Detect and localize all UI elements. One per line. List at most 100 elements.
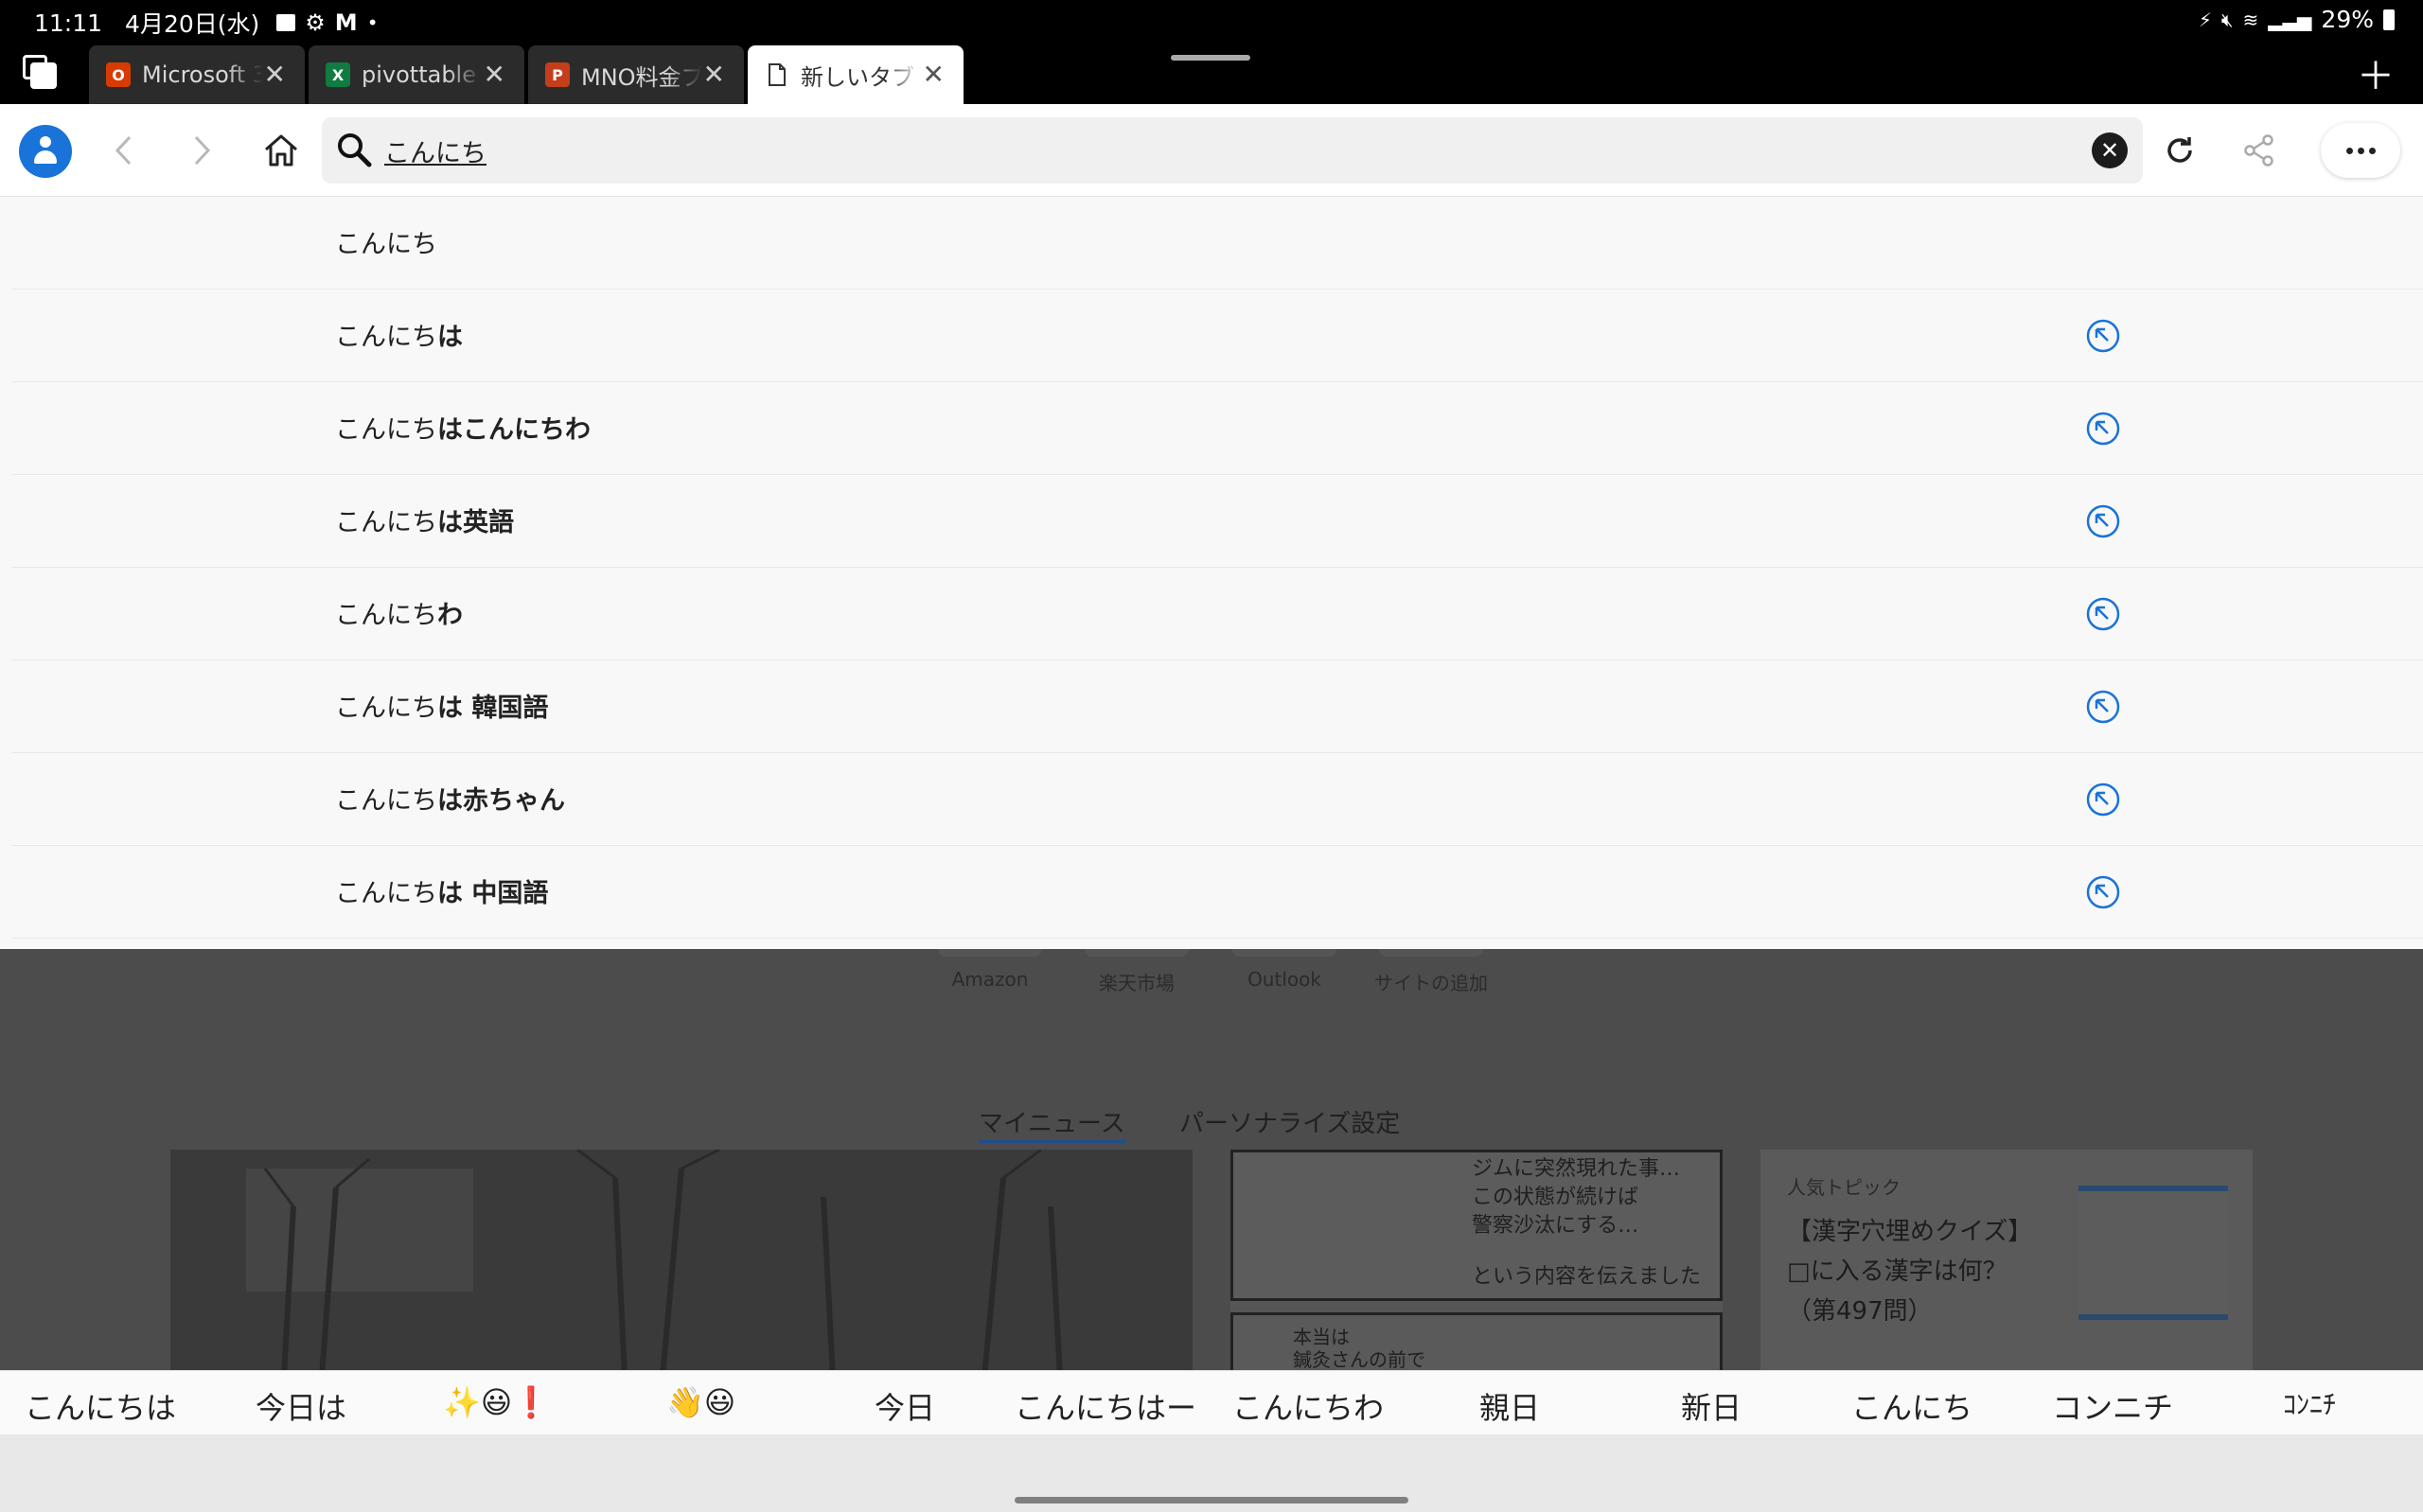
signal-icon: ▂▃▅ (2268, 8, 2312, 31)
tab-microsoft[interactable]: O Microsoft 365 ✕ (89, 45, 305, 104)
fill-query-arrow-icon[interactable] (2084, 410, 2122, 448)
tab-title: 新しいタブ (801, 63, 914, 91)
drag-handle[interactable] (1171, 55, 1250, 61)
close-tab-icon[interactable]: ✕ (923, 59, 945, 90)
fill-query-arrow-icon[interactable] (2084, 781, 2122, 818)
quicklink-outlook[interactable]: Outlook (1213, 968, 1355, 991)
tab-strip: O Microsoft 365 ✕ X pivottable ✕ P MNO料金… (0, 42, 2423, 104)
share-button[interactable] (2236, 127, 2283, 174)
suggestion-item[interactable]: こんにちは赤ちゃん (11, 753, 2423, 846)
suggestion-text: こんにちは (335, 323, 463, 352)
candidate-item[interactable]: こんにちは (25, 1384, 176, 1428)
candidate-item[interactable]: こんにち (1851, 1384, 1972, 1428)
chevron-left-icon (115, 135, 132, 166)
back-button[interactable] (100, 127, 148, 174)
comic-caption: ジムに突然現れた事… この状態が続けば 警察沙汰にする… (1472, 1157, 1681, 1238)
tab-title: pivottable (362, 62, 476, 88)
suggestion-item[interactable]: こんにちは 中国語 (11, 846, 2423, 939)
close-tab-icon[interactable]: ✕ (264, 59, 286, 90)
news-card-photo[interactable] (170, 1150, 1193, 1370)
candidate-item[interactable]: 新日 (1681, 1384, 1742, 1428)
system-nav-area (0, 1434, 2423, 1512)
close-tab-icon[interactable]: ✕ (703, 59, 725, 90)
candidate-item[interactable]: ✨😃❗ (443, 1384, 550, 1420)
wifi-icon: ≋ (2242, 8, 2259, 31)
fill-query-arrow-icon[interactable] (2084, 873, 2122, 911)
address-input[interactable] (384, 129, 1993, 172)
home-indicator[interactable] (1015, 1497, 1408, 1503)
status-time: 11:11 (34, 9, 103, 37)
comic-caption-2: という内容を伝えました (1472, 1265, 1702, 1289)
refresh-button[interactable] (2156, 127, 2203, 174)
quicklink-rakuten[interactable]: 楽天市場 (1066, 968, 1208, 995)
suggestion-text: こんにちは英語 (335, 508, 514, 537)
battery-icon (2383, 9, 2395, 30)
news-card-topic[interactable]: 人気トピック 【漢字穴埋めクイズ】 □に入る漢字は何？ （第497問） (1760, 1150, 2253, 1370)
fill-query-arrow-icon[interactable] (2084, 502, 2122, 540)
gallery-notification-icon (276, 14, 296, 31)
nfc-icon: ⚡ (2198, 8, 2212, 31)
suggestion-text: こんにち (335, 230, 437, 259)
powerpoint-icon: P (545, 62, 570, 87)
quicklink-amazon[interactable]: Amazon (919, 968, 1061, 991)
candidate-item[interactable]: 親日 (1479, 1384, 1540, 1428)
news-card-comic[interactable]: ジムに突然現れた事… この状態が続けば 警察沙汰にする… という内容を伝えました… (1230, 1150, 1723, 1370)
refresh-icon (2167, 137, 2192, 163)
more-menu-button[interactable] (2321, 123, 2400, 178)
home-button[interactable] (257, 127, 305, 174)
keyboard-candidate-bar: こんにちは 今日は ✨😃❗ 👋😃 今日 こんにちはー こんにちわ 親日 新日 こ… (0, 1370, 2423, 1434)
tabs-overview-button[interactable] (23, 55, 57, 89)
suggestion-item[interactable]: こんにちは英語 (11, 475, 2423, 568)
status-date: 4月20日(水) (125, 10, 260, 38)
fill-query-arrow-icon[interactable] (2084, 595, 2122, 633)
tab-mno[interactable]: P MNO料金プラン ✕ (528, 45, 744, 104)
candidate-item[interactable]: コンニチ (2052, 1384, 2173, 1428)
tab-personalize[interactable]: パーソナライズ設定 (1179, 1104, 1400, 1139)
tab-new-tab[interactable]: 新しいタブ ✕ (748, 45, 964, 104)
suggestion-text: こんにちわ (335, 601, 463, 630)
fill-query-arrow-icon[interactable] (2084, 317, 2122, 355)
comic-caption-3: 本当は 鍼灸さんの前で (1293, 1326, 1425, 1370)
quiz-thumbnail-image (2078, 1186, 2228, 1320)
candidate-item[interactable]: ｺﾝﾆﾁ (2283, 1384, 2336, 1422)
new-tab-page-dimmed: Amazon 楽天市場 Outlook サイトの追加 マイニュース パーソナライ… (0, 949, 2423, 1370)
topic-label: 人気トピック (1787, 1176, 1901, 1199)
candidate-item[interactable]: 今日は (256, 1384, 346, 1428)
browser-toolbar: ✕ (0, 104, 2423, 197)
news-photo-image (170, 1150, 1193, 1370)
suggestion-text: こんにちは赤ちゃん (335, 786, 565, 816)
new-tab-button[interactable]: ＋ (2357, 45, 2395, 100)
tab-my-news[interactable]: マイニュース (979, 1104, 1125, 1139)
candidate-item[interactable]: こんにちわ (1232, 1384, 1384, 1428)
mute-icon: 🔇︎ (2220, 8, 2234, 31)
profile-avatar[interactable] (19, 125, 72, 178)
candidate-item[interactable]: こんにちはー (1015, 1384, 1196, 1428)
quicklink-add-site[interactable]: サイトの追加 (1360, 968, 1502, 995)
search-suggestions: こんにち こんにちは こんにちはこんにちわ こんにちは英語 こんにちわ こんにち… (0, 197, 2423, 949)
clear-input-button[interactable]: ✕ (2092, 132, 2128, 168)
suggestion-text: こんにちはこんにちわ (335, 415, 591, 445)
topic-headline: 【漢字穴埋めクイズ】 □に入る漢字は何？ （第497問） (1787, 1218, 2033, 1326)
suggestion-item[interactable]: こんにちは 韓国語 (11, 660, 2423, 753)
candidate-item[interactable]: 👋😃 (666, 1384, 735, 1420)
suggestion-item[interactable]: こんにち (11, 197, 2423, 290)
forward-button[interactable] (178, 127, 225, 174)
suggestion-item[interactable]: こんにちわ (11, 568, 2423, 660)
tab-pivottable[interactable]: X pivottable ✕ (309, 45, 524, 104)
candidate-item[interactable]: 今日 (875, 1384, 935, 1428)
close-tab-icon[interactable]: ✕ (484, 59, 505, 90)
suggestion-item[interactable]: こんにちは (11, 290, 2423, 382)
blank-page-icon (765, 62, 789, 87)
settings-notification-icon: ⚙ (305, 9, 326, 36)
more-notifications-icon: • (366, 11, 379, 34)
share-icon (2244, 134, 2273, 167)
gmail-notification-icon: M (334, 9, 358, 36)
battery-level: 29% (2321, 6, 2374, 33)
tab-title: Microsoft 365 (142, 62, 263, 88)
suggestion-text: こんにちは 中国語 (335, 879, 549, 908)
tab-title: MNO料金プラン (581, 63, 702, 91)
suggestion-item[interactable]: こんにちはこんにちわ (11, 382, 2423, 475)
fill-query-arrow-icon[interactable] (2084, 688, 2122, 726)
address-bar[interactable]: ✕ (322, 117, 2143, 184)
chevron-right-icon (194, 135, 211, 166)
